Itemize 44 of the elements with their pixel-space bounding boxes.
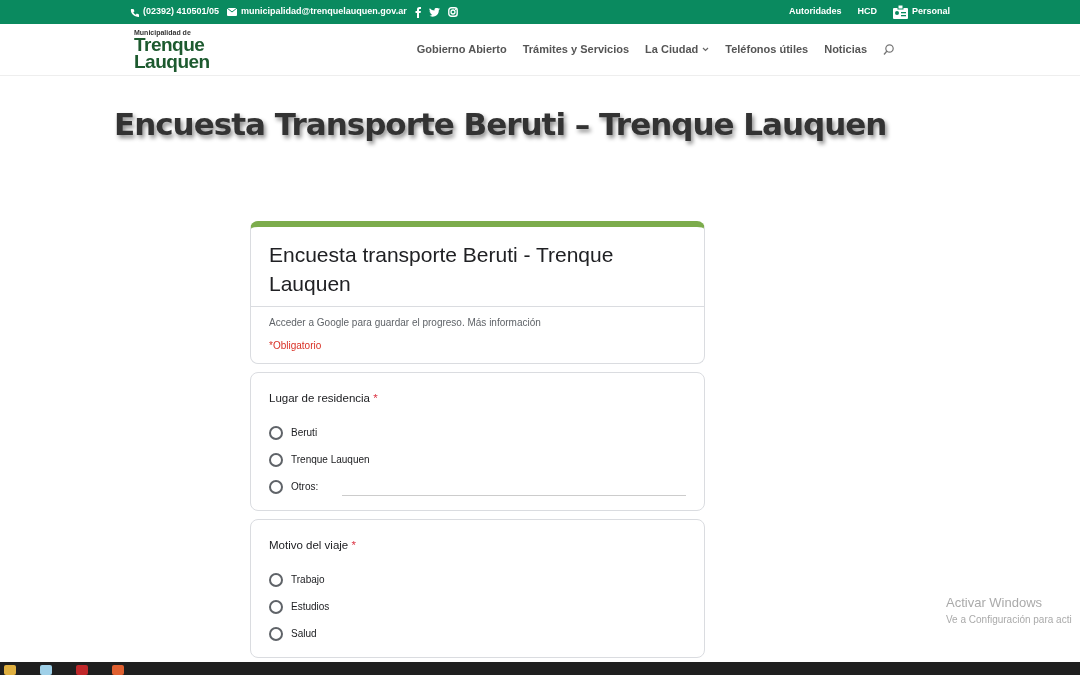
required-note: *Obligatorio	[269, 338, 322, 353]
radio-button[interactable]	[269, 599, 283, 614]
id-card-icon	[892, 5, 908, 19]
phone-icon	[130, 7, 139, 17]
nav-link[interactable]: La Ciudad	[645, 41, 710, 58]
question-title: Motivo del viaje *	[269, 538, 357, 554]
mail-icon	[227, 8, 238, 16]
taskbar-app-icon[interactable]	[4, 665, 16, 675]
more-info-link[interactable]: Más información	[467, 316, 541, 328]
option-label: Trabajo	[291, 573, 325, 588]
radio-button[interactable]	[269, 425, 283, 440]
nav-link[interactable]: Teléfonos útiles	[725, 41, 809, 58]
radio-button[interactable]	[269, 626, 283, 641]
taskbar-app-icon[interactable]	[76, 665, 88, 675]
page-title: Encuesta Transporte Beruti – Trenque Lauquen	[114, 106, 888, 144]
taskbar-app-icon[interactable]	[40, 665, 52, 675]
option-label: Estudios	[291, 600, 330, 615]
form-title: Encuesta transporte Beruti - Trenque Lauquen	[251, 227, 704, 307]
facebook-icon[interactable]	[414, 6, 421, 18]
question-title: Lugar de residencia *	[269, 390, 379, 406]
taskbar-app-icon[interactable]	[112, 665, 124, 675]
nav-link[interactable]: Noticias	[824, 41, 867, 58]
nav-link[interactable]: Gobierno Abierto	[416, 41, 507, 58]
search-icon[interactable]	[883, 44, 894, 55]
option-label: Otros:	[291, 480, 319, 495]
option-label: Beruti	[291, 426, 318, 441]
nav-link[interactable]: Trámites y Servicios	[522, 41, 630, 58]
watermark-subtitle: Ve a Configuración para acti	[946, 613, 1073, 627]
signin-notice: Acceder a Google para guardar el progreso. Más información	[268, 315, 542, 330]
radio-button[interactable]	[269, 479, 283, 494]
instagram-icon[interactable]	[447, 7, 458, 17]
watermark-title: Activar Windows	[946, 593, 1044, 612]
email-link[interactable]: municipalidad@trenquelauquen.gov.ar	[241, 5, 407, 19]
radio-button[interactable]	[269, 572, 283, 587]
top-link[interactable]: Personal	[911, 5, 950, 19]
radio-button[interactable]	[269, 452, 283, 467]
top-link[interactable]: Autoridades	[788, 5, 842, 19]
option-label: Trenque Lauquen	[291, 453, 370, 468]
signin-link[interactable]: Acceder a Google	[269, 316, 350, 328]
top-link[interactable]: HCD	[857, 5, 877, 19]
twitter-icon[interactable]	[428, 7, 440, 17]
phone-number: (02392) 410501/05	[143, 5, 220, 19]
logo-text: Trenque	[134, 35, 206, 53]
option-label: Salud	[291, 627, 317, 642]
